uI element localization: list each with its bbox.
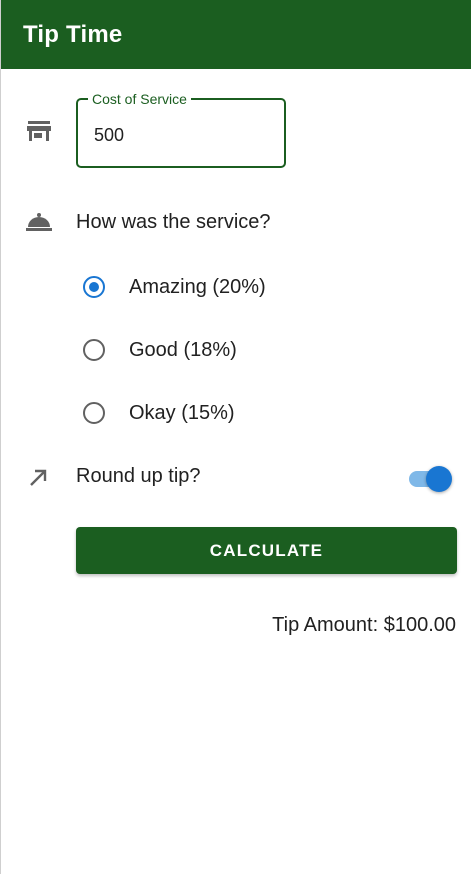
cost-of-service-label: Cost of Service [88, 90, 191, 108]
radio-button-good[interactable] [83, 339, 105, 361]
app-title: Tip Time [23, 20, 123, 48]
radio-label-amazing: Amazing (20%) [129, 275, 266, 298]
service-question: How was the service? [76, 211, 271, 233]
radio-label-good: Good (18%) [129, 338, 237, 361]
radio-label-okay: Okay (15%) [129, 401, 235, 424]
calculate-button[interactable]: CALCULATE [76, 527, 457, 574]
cost-of-service-field[interactable]: Cost of Service [76, 90, 286, 168]
tip-amount-text: Tip Amount: $100.00 [272, 614, 456, 636]
cost-of-service-input[interactable] [94, 125, 264, 146]
radio-option-okay[interactable]: Okay (15%) [83, 398, 235, 428]
switch-thumb [426, 466, 452, 492]
radio-button-amazing[interactable] [83, 276, 105, 298]
round-up-label: Round up tip? [76, 465, 201, 487]
round-up-switch[interactable] [409, 466, 453, 492]
trending-up-icon [28, 468, 48, 488]
room-service-icon [26, 212, 52, 232]
radio-option-amazing[interactable]: Amazing (20%) [83, 272, 266, 302]
app-bar: Tip Time [1, 0, 471, 69]
radio-button-okay[interactable] [83, 402, 105, 424]
radio-option-good[interactable]: Good (18%) [83, 335, 237, 365]
storefront-icon [27, 120, 51, 142]
